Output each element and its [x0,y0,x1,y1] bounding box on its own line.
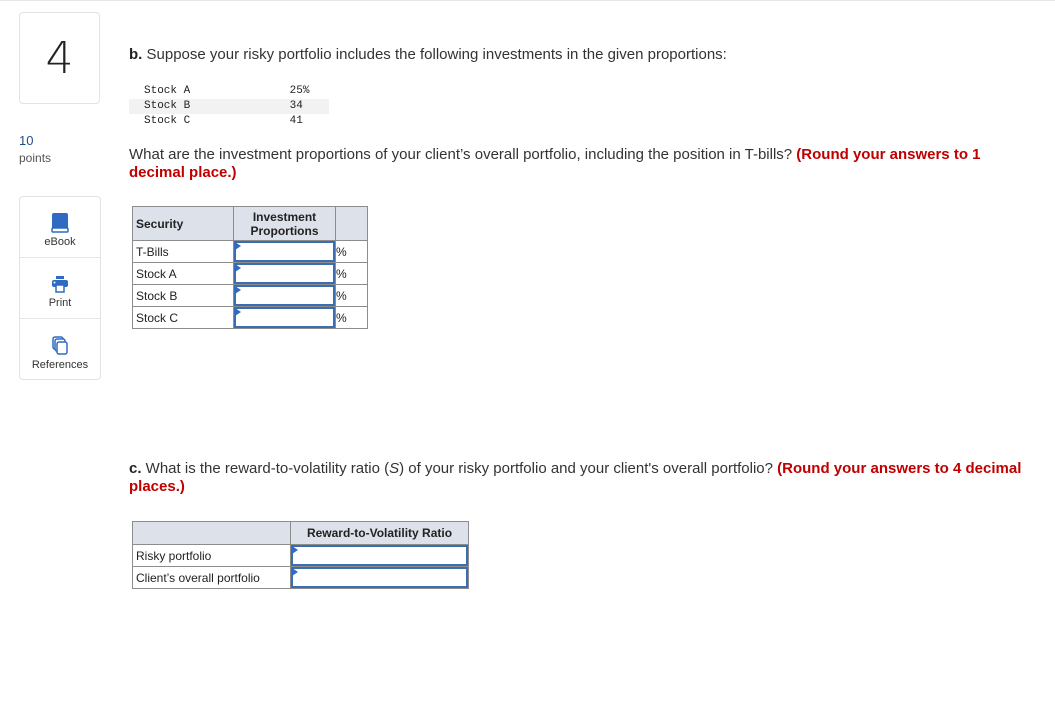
part-b-prefix: b. [129,46,143,63]
sharpe-symbol: S [389,460,400,477]
printer-icon [51,274,69,294]
part-c-prompt-before: What is the reward-to-volatility ratio ( [141,460,390,477]
print-button[interactable]: Print [20,258,100,319]
table-row: T-Bills % [132,240,368,263]
table-row: Stock A % [132,262,368,285]
given-value: 25% [289,85,310,97]
documents-icon [51,336,69,356]
investment-proportions-table: Security Investment Proportions T-Bills … [132,206,368,329]
given-value: 34 [289,100,303,112]
given-name: Stock B [144,100,191,112]
stock-c-proportion-input[interactable] [236,309,333,326]
ebook-label: eBook [44,236,76,248]
stock-b-proportion-input[interactable] [236,287,333,304]
percent-unit: % [335,240,368,263]
risky-portfolio-ratio-input[interactable] [293,547,466,564]
table-row: Risky portfolio [132,544,469,567]
points-value: 10 [19,133,34,148]
points-label: points [19,151,52,165]
percent-unit: % [335,262,368,285]
given-name: Stock A [144,85,191,97]
given-proportions-list: Stock A 25% Stock B 34 Stock C 41 [129,84,329,129]
given-name: Stock C [144,115,191,127]
row-label: Risky portfolio [132,544,291,567]
part-c-prefix: c. [129,460,142,477]
stock-a-proportion-input[interactable] [236,265,333,282]
given-value: 41 [289,115,303,127]
question-number: 4 [45,32,74,84]
client-portfolio-ratio-input[interactable] [293,569,466,586]
reward-to-volatility-table: Reward-to-Volatility Ratio Risky portfol… [132,521,469,589]
tbills-proportion-input[interactable] [236,243,333,260]
references-button[interactable]: References [20,319,100,380]
top-divider [0,0,1055,1]
header-reward-to-volatility: Reward-to-Volatility Ratio [290,521,469,545]
book-icon [51,213,69,233]
references-label: References [31,359,89,371]
given-row: Stock B 34 [129,99,329,114]
part-c-prompt-after: ) of your risky portfolio and your clien… [399,460,778,477]
part-b-question: What are the investment proportions of y… [129,146,1029,182]
row-label: Client’s overall portfolio [132,566,291,589]
print-label: Print [48,297,72,309]
table-row: Stock C % [132,306,368,329]
row-label: Stock B [132,284,234,307]
given-row: Stock C 41 [129,114,329,129]
part-c-prompt: c. What is the reward-to-volatility rati… [129,460,1055,496]
row-label: T-Bills [132,240,234,263]
header-investment-proportions: Investment Proportions [233,206,336,241]
part-b-question-text: What are the investment proportions of y… [129,146,797,163]
question-number-badge: 4 [19,12,100,104]
header-security: Security [132,206,234,241]
given-row: Stock A 25% [129,84,329,99]
part-b-prompt-text: Suppose your risky portfolio includes th… [142,46,727,63]
row-label: Stock A [132,262,234,285]
ebook-button[interactable]: eBook [20,197,100,258]
table-row: Stock B % [132,284,368,307]
part-b-prompt: b. Suppose your risky portfolio includes… [129,46,727,64]
table-row: Client’s overall portfolio [132,566,469,589]
row-label: Stock C [132,306,234,329]
tools-panel: eBook Print References [19,196,101,380]
percent-unit: % [335,306,368,329]
header-blank [132,521,291,545]
header-unit [335,206,368,241]
percent-unit: % [335,284,368,307]
